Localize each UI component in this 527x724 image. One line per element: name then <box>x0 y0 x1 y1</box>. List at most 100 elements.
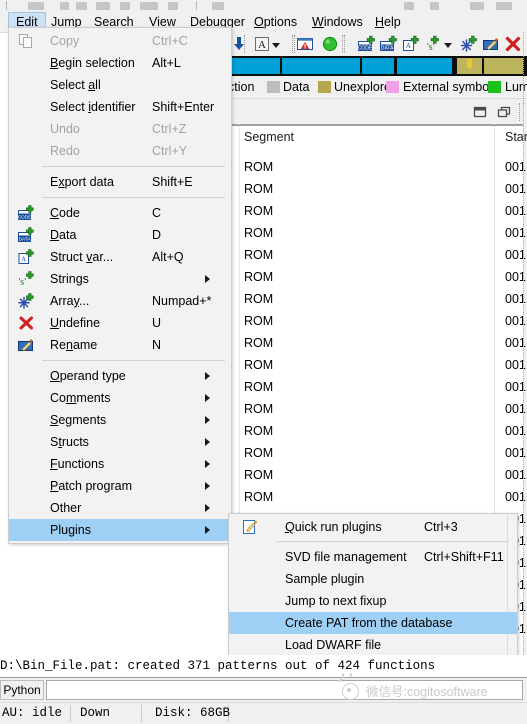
menu-item-shortcut: Ctrl+Z <box>152 122 187 136</box>
edit-menu-item-comments[interactable]: Comments <box>9 387 231 409</box>
edit-menu-item-select-all[interactable]: Select all <box>9 74 231 96</box>
menubar-item-help[interactable]: Help <box>368 12 408 32</box>
table-row[interactable]: ROM <box>244 200 273 222</box>
menu-divider <box>42 197 225 198</box>
menu-item-label: Undefine <box>50 316 101 330</box>
edit-menu-item-patch-program[interactable]: Patch program <box>9 475 231 497</box>
legend-label: External symbol <box>403 80 492 94</box>
chevron-right-icon <box>205 275 210 283</box>
menubar-item-options[interactable]: Options <box>247 12 304 32</box>
chevron-right-icon <box>205 372 210 380</box>
plugins-menu-item-load-dwarf-file[interactable]: Load DWARF file <box>229 634 517 656</box>
navigator-segment[interactable] <box>362 58 394 74</box>
edit-menu-item-redo[interactable]: Redo Ctrl+Y <box>9 140 231 162</box>
menu-item-shortcut: D <box>152 228 162 242</box>
menu-item-label: Rename <box>50 338 98 352</box>
menu-item-label: Patch program <box>50 479 132 493</box>
plugins-menu-item-svd-file-management[interactable]: SVD file management Ctrl+Shift+F11 <box>229 546 517 568</box>
table-row[interactable]: ROM <box>244 354 273 376</box>
edit-menu-item-other[interactable]: Other <box>9 497 231 519</box>
edit-menu-item-begin-selection[interactable]: Begin selection Alt+L <box>9 52 231 74</box>
plugins-submenu[interactable]: Quick run plugins Ctrl+3 SVD file manageme… <box>228 513 518 658</box>
menu-item-shortcut: U <box>152 316 162 330</box>
table-row[interactable]: ROM <box>244 266 273 288</box>
edit-menu-item-code[interactable]: CODE Code C <box>9 202 231 224</box>
make-string-icon[interactable]: 's' <box>422 35 440 53</box>
menu-item-shortcut: Ctrl+3 <box>424 520 458 534</box>
menu-item-label: Select identifier <box>50 100 136 114</box>
make-struct-var-icon[interactable]: A <box>402 35 420 53</box>
edit-menu-item-data[interactable]: DATA Data D <box>9 224 231 246</box>
plugins-menu-item-jump-to-next-fixup[interactable]: Jump to next fixup <box>229 590 517 612</box>
edit-menu-item-undefine[interactable]: Undefine U <box>9 312 231 334</box>
status-separator <box>70 705 71 722</box>
menu-item-label: Create PAT from the database <box>285 616 453 630</box>
table-header-segment[interactable]: Segment <box>244 127 294 147</box>
undefine-icon[interactable] <box>504 35 522 53</box>
edit-menu-item-structs[interactable]: Structs <box>9 431 231 453</box>
make-code-icon: CODE <box>18 205 35 221</box>
edit-menu-item-struct-var[interactable]: A Struct var... Alt+Q <box>9 246 231 268</box>
edit-menu-item-segments[interactable]: Segments <box>9 409 231 431</box>
navigator-band[interactable] <box>228 56 527 76</box>
edit-menu-item-plugins[interactable]: Plugins <box>9 519 231 541</box>
table-row[interactable]: ROM <box>244 244 273 266</box>
table-row[interactable]: ROM <box>244 310 273 332</box>
string-type-caret-icon[interactable] <box>442 35 454 53</box>
make-array-icon[interactable] <box>460 35 478 53</box>
make-code-icon[interactable]: CODE <box>358 35 376 53</box>
window-right-edge <box>523 32 527 655</box>
navigator-segment[interactable] <box>282 58 360 74</box>
table-row[interactable]: ROM <box>244 486 273 508</box>
menubar-item-windows[interactable]: Windows <box>305 12 370 32</box>
plugins-menu-item-create-pat-from-the-database[interactable]: Create PAT from the database <box>229 612 517 634</box>
navigator-segment[interactable] <box>484 58 523 74</box>
font-letter-a-icon[interactable]: A <box>253 35 271 53</box>
cascade-window-button[interactable] <box>497 106 511 118</box>
status-separator <box>141 705 142 722</box>
svg-text:DATA: DATA <box>19 237 32 242</box>
edit-menu-item-select-identifier[interactable]: Select identifier Shift+Enter <box>9 96 231 118</box>
plugins-menu-item-sample-plugin[interactable]: Sample plugin <box>229 568 517 590</box>
table-row[interactable]: ROM <box>244 420 273 442</box>
menu-item-label: Quick run plugins <box>285 520 382 534</box>
make-array-icon <box>18 293 35 309</box>
table-row[interactable]: ROM <box>244 288 273 310</box>
menu-item-shortcut: N <box>152 338 162 352</box>
edit-menu-item-array[interactable]: Array... Numpad+* <box>9 290 231 312</box>
warning-triangle-icon[interactable] <box>296 35 314 53</box>
menu-item-shortcut: Ctrl+Y <box>152 144 188 158</box>
table-row[interactable]: ROM <box>244 464 273 486</box>
python-language-button[interactable]: Python <box>0 680 44 700</box>
edit-menu-item-copy[interactable]: Copy Ctrl+C <box>9 30 231 52</box>
edit-menu-item-operand-type[interactable]: Operand type <box>9 365 231 387</box>
svg-text:'s': 's' <box>19 277 27 287</box>
edit-menu-item-functions[interactable]: Functions <box>9 453 231 475</box>
legend-swatch <box>488 81 501 93</box>
restore-window-button[interactable] <box>473 106 487 118</box>
menu-item-label: Undo <box>50 122 80 136</box>
navigator-segment[interactable] <box>397 58 452 74</box>
menu-item-label: Array... <box>50 294 90 308</box>
jump-down-arrow-icon[interactable] <box>230 35 248 53</box>
table-row[interactable]: ROM <box>244 442 273 464</box>
navigator-segment[interactable] <box>232 58 280 74</box>
chevron-right-icon <box>205 416 210 424</box>
table-row[interactable]: ROM <box>244 156 273 178</box>
table-row[interactable]: ROM <box>244 332 273 354</box>
font-dropdown-caret-icon[interactable] <box>270 35 282 53</box>
make-data-icon[interactable]: DATA <box>380 35 398 53</box>
table-row[interactable]: ROM <box>244 376 273 398</box>
plugins-menu-item-quick-run-plugins[interactable]: Quick run plugins Ctrl+3 <box>229 516 517 538</box>
green-circle-run-icon[interactable] <box>321 35 339 53</box>
edit-menu-item-rename[interactable]: Rename N <box>9 334 231 356</box>
table-row[interactable]: ROM <box>244 398 273 420</box>
menu-item-shortcut: Ctrl+Shift+F11 <box>424 550 504 564</box>
table-row[interactable]: ROM <box>244 178 273 200</box>
table-row[interactable]: ROM <box>244 222 273 244</box>
edit-menu-item-export-data[interactable]: Export data Shift+E <box>9 171 231 193</box>
edit-menu-dropdown[interactable]: Copy Ctrl+C Begin selection Alt+L Select all… <box>8 27 232 544</box>
rename-icon[interactable] <box>482 35 500 53</box>
edit-menu-item-strings[interactable]: 's' Strings <box>9 268 231 290</box>
edit-menu-item-undo[interactable]: Undo Ctrl+Z <box>9 118 231 140</box>
